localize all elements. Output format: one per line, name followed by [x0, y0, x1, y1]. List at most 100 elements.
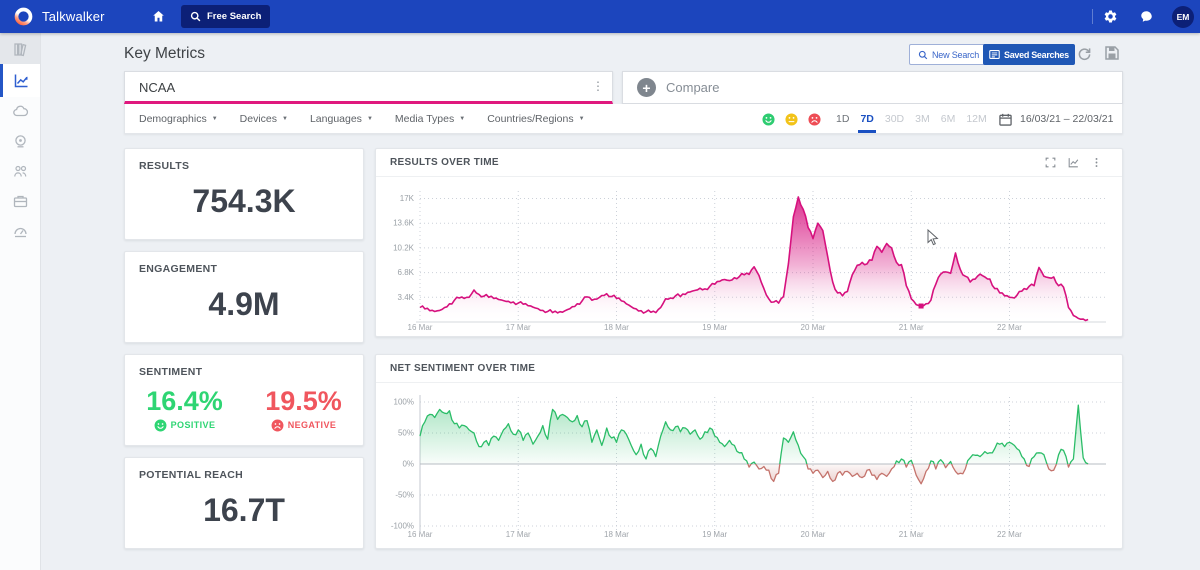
- chevron-down-icon: ▼: [212, 116, 218, 122]
- net-sentiment-card: NET SENTIMENT OVER TIME 100%50%-50%-100%…: [375, 354, 1123, 549]
- sentiment-label: SENTIMENT: [125, 355, 363, 378]
- range-30d[interactable]: 30D: [884, 104, 905, 134]
- sidebar-item-analytics[interactable]: [0, 64, 40, 97]
- sidebar-item-projects[interactable]: [0, 33, 40, 65]
- svg-text:3.4K: 3.4K: [398, 293, 415, 302]
- filter-dropdown-devices[interactable]: Devices▼: [240, 113, 288, 125]
- compare-box[interactable]: + Compare: [622, 71, 1123, 104]
- saved-searches-button[interactable]: Saved Searches: [983, 44, 1075, 65]
- results-over-time-chart[interactable]: 17K13.6K10.2K6.8K3.4K16 Mar17 Mar18 Mar1…: [376, 177, 1122, 336]
- svg-text:0%: 0%: [402, 460, 414, 469]
- sentiment-filter-group: [762, 104, 821, 134]
- svg-text:100%: 100%: [394, 398, 414, 407]
- negative-frown-icon: [271, 419, 284, 432]
- positive-value: 16.4%: [146, 386, 223, 417]
- svg-text:6.8K: 6.8K: [398, 268, 415, 277]
- talkwalker-logo[interactable]: [13, 6, 34, 27]
- brand-name[interactable]: Talkwalker: [42, 9, 105, 24]
- kebab-menu-icon[interactable]: [1091, 157, 1102, 168]
- filter-label: Languages: [310, 113, 362, 125]
- filter-strip: Demographics▼Devices▼Languages▼Media Typ…: [124, 104, 1123, 134]
- sentiment-positive: 16.4% POSITIVE: [125, 378, 244, 439]
- filter-dropdown-countries-regions[interactable]: Countries/Regions▼: [487, 113, 584, 125]
- filter-dropdown-languages[interactable]: Languages▼: [310, 113, 373, 125]
- filter-dropdown-demographics[interactable]: Demographics▼: [139, 113, 218, 125]
- audience-icon: [12, 163, 29, 180]
- query-kebab-menu-icon[interactable]: ⋮: [592, 79, 604, 93]
- filter-label: Media Types: [395, 113, 454, 125]
- net-sentiment-chart[interactable]: 100%50%-50%-100%0%16 Mar17 Mar18 Mar19 M…: [376, 383, 1122, 548]
- chevron-down-icon: ▼: [459, 116, 465, 122]
- negative-sentiment-filter-icon[interactable]: [808, 113, 821, 126]
- results-value: 754.3K: [125, 172, 363, 239]
- svg-text:22 Mar: 22 Mar: [997, 530, 1022, 539]
- free-search-label: Free Search: [207, 11, 261, 22]
- range-6m[interactable]: 6M: [940, 104, 957, 134]
- chat-icon[interactable]: [1139, 9, 1154, 24]
- range-3m[interactable]: 3M: [914, 104, 931, 134]
- channel-icon: [12, 133, 29, 150]
- filter-dropdown-media-types[interactable]: Media Types ▼: [395, 113, 465, 125]
- filter-dropdowns: Demographics▼Devices▼Languages▼Media Typ…: [139, 104, 585, 134]
- case-icon: [12, 193, 29, 210]
- sentiment-card: SENTIMENT 16.4% POSITIVE 19.5% NEGATIVE: [124, 354, 364, 446]
- range-1d[interactable]: 1D: [835, 104, 850, 134]
- hovered-point-marker[interactable]: [919, 304, 924, 309]
- search-query-value: NCAA: [139, 80, 175, 95]
- sentiment-negative: 19.5% NEGATIVE: [244, 378, 363, 439]
- results-over-time-title: RESULTS OVER TIME: [390, 157, 499, 168]
- negative-label: NEGATIVE: [288, 420, 337, 430]
- svg-text:22 Mar: 22 Mar: [997, 323, 1022, 332]
- free-search-button[interactable]: Free Search: [181, 5, 270, 28]
- cloud-icon: [12, 103, 29, 120]
- talkwalker-dashboard: Talkwalker Free Search EM Key Metrics Ne…: [0, 0, 1200, 570]
- sidebar-item-social-data[interactable]: [0, 96, 40, 127]
- svg-text:18 Mar: 18 Mar: [604, 323, 629, 332]
- svg-text:17K: 17K: [400, 194, 415, 203]
- range-12m[interactable]: 12M: [965, 104, 987, 134]
- svg-text:19 Mar: 19 Mar: [702, 323, 727, 332]
- svg-text:50%: 50%: [398, 429, 414, 438]
- new-search-button[interactable]: New Search: [909, 44, 988, 65]
- list-icon: [989, 49, 1000, 60]
- save-icon[interactable]: [1104, 45, 1120, 61]
- results-card: RESULTS 754.3K: [124, 148, 364, 240]
- engagement-card: ENGAGEMENT 4.9M: [124, 251, 364, 343]
- home-icon[interactable]: [150, 8, 167, 25]
- potential-reach-label: POTENTIAL REACH: [125, 458, 363, 481]
- search-icon: [190, 11, 201, 22]
- svg-text:-50%: -50%: [395, 491, 414, 500]
- date-range-value: 16/03/21 – 22/03/21: [1020, 113, 1113, 125]
- svg-text:20 Mar: 20 Mar: [801, 530, 826, 539]
- svg-text:18 Mar: 18 Mar: [604, 530, 629, 539]
- svg-text:20 Mar: 20 Mar: [801, 323, 826, 332]
- refresh-icon[interactable]: [1076, 45, 1093, 62]
- range-7d[interactable]: 7D: [859, 104, 874, 134]
- avatar-initials: EM: [1177, 12, 1190, 22]
- positive-label: POSITIVE: [171, 420, 216, 430]
- sidebar-item-quick-search[interactable]: [0, 216, 40, 247]
- fullscreen-icon[interactable]: [1045, 157, 1056, 168]
- saved-searches-label: Saved Searches: [1004, 50, 1069, 60]
- chart-type-icon[interactable]: [1068, 157, 1079, 168]
- date-range-picker[interactable]: 16/03/21 – 22/03/21: [999, 104, 1113, 134]
- calendar-icon: [999, 113, 1012, 126]
- engagement-label: ENGAGEMENT: [125, 252, 363, 275]
- avatar[interactable]: EM: [1172, 6, 1194, 28]
- svg-text:19 Mar: 19 Mar: [702, 530, 727, 539]
- positive-sentiment-filter-icon[interactable]: [762, 113, 775, 126]
- sidebar-item-channels[interactable]: [0, 126, 40, 157]
- sidebar-item-audience[interactable]: [0, 156, 40, 187]
- net-sentiment-title: NET SENTIMENT OVER TIME: [390, 363, 535, 374]
- potential-reach-value: 16.7T: [125, 481, 363, 548]
- settings-gear-icon[interactable]: [1103, 9, 1118, 24]
- search-icon: [918, 50, 928, 60]
- neutral-sentiment-filter-icon[interactable]: [785, 113, 798, 126]
- library-icon: [12, 41, 29, 58]
- svg-text:16 Mar: 16 Mar: [408, 323, 433, 332]
- positive-smiley-icon: [154, 419, 167, 432]
- new-search-label: New Search: [932, 50, 979, 60]
- sidebar-item-brand[interactable]: [0, 186, 40, 217]
- top-navbar: Talkwalker Free Search EM: [0, 0, 1200, 33]
- search-query-box[interactable]: NCAA ⋮: [124, 71, 613, 104]
